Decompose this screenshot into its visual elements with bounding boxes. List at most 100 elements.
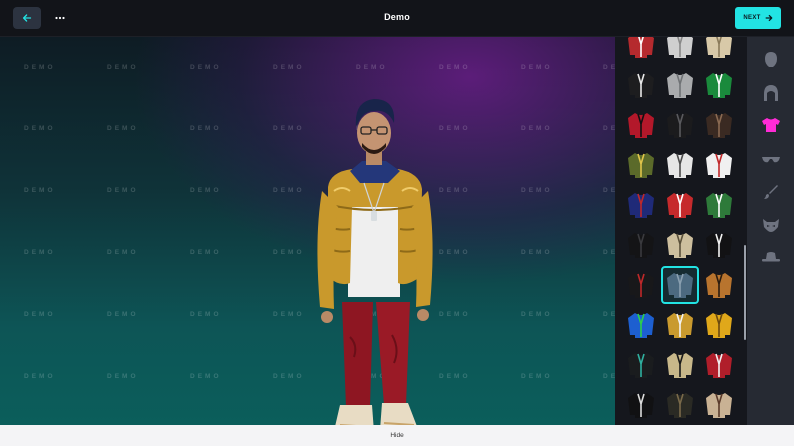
category-rail [747,37,794,425]
brush-icon [764,185,778,199]
outfit-item-brown-leather-jacket[interactable] [701,107,737,143]
outfit-item-black-coat[interactable] [623,227,659,263]
outfit-item-beige-jacket[interactable] [662,227,698,263]
watermark-text: DEMO [24,187,56,194]
outfit-item-black-teal-jacket[interactable] [623,347,659,383]
next-button-label: NEXT [743,15,761,21]
jacket-thumbnail-icon [628,233,654,258]
outfit-item-green-jersey[interactable] [701,67,737,103]
jacket-thumbnail-icon [667,233,693,258]
watermark-text: DEMO [521,249,553,256]
jacket-thumbnail-icon [667,73,693,98]
outfit-grid [623,37,737,425]
scrollbar-thumb[interactable] [744,245,746,340]
top-bar: Demo NEXT [0,0,794,37]
watermark-text: DEMO [356,64,388,71]
jacket-thumbnail-icon [706,193,732,218]
outfit-item-red-top[interactable] [623,37,659,63]
jacket-thumbnail-icon [667,313,693,338]
outfit-item-red-black-jacket[interactable] [623,107,659,143]
glasses-icon [762,157,780,163]
watermark-text: DEMO [603,187,615,194]
watermark-text: DEMO [24,249,56,256]
outfit-item-black-white-jacket[interactable] [623,67,659,103]
outfit-panel[interactable] [615,37,747,425]
outfit-item-yellow-puffer-jacket[interactable] [701,307,737,343]
watermark-text: DEMO [603,311,615,318]
outfit-item-tan-jacket[interactable] [701,267,737,303]
hide-panel-button[interactable]: Hide [0,425,794,446]
outfit-item-black-red-hoodie[interactable] [623,267,659,303]
jacket-thumbnail-icon [628,113,654,138]
watermark-text: DEMO [439,249,471,256]
outfit-item-olive-jacket[interactable] [623,147,659,183]
category-mask[interactable] [757,212,785,238]
jacket-thumbnail-icon [628,193,654,218]
watermark-text: DEMO [521,187,553,194]
arrow-right-icon [765,14,772,22]
outfit-item-black-stripe-shirt[interactable] [623,387,659,423]
jacket-thumbnail-icon [628,353,654,378]
avatar-viewport[interactable]: DEMO DEMO DEMO DEMO DEMO DEMO DEMO DEMO DEMO DEMO… [0,37,615,425]
outfit-item-red-sweater[interactable] [662,187,698,223]
outfit-item-light-top[interactable] [662,37,698,63]
category-accessories[interactable] [757,179,785,205]
watermark-text: DEMO [190,249,222,256]
outfit-item-gold-puffer-jacket[interactable] [662,307,698,343]
outfit-item-green-white-sweater[interactable] [701,187,737,223]
category-face[interactable] [757,47,785,73]
category-hair[interactable] [757,80,785,106]
outfit-item-dark-camo-jacket[interactable] [662,387,698,423]
watermark-text: DEMO [107,311,139,318]
watermark-text: DEMO [439,187,471,194]
watermark-text: DEMO [273,249,305,256]
category-outfit[interactable] [757,112,785,138]
jacket-thumbnail-icon [706,233,732,258]
watermark-text: DEMO [603,64,615,71]
jacket-thumbnail-icon [706,393,732,418]
jacket-thumbnail-icon [628,273,654,298]
watermark-text: DEMO [107,64,139,71]
outfit-item-blue-grey-jacket[interactable] [661,266,699,304]
watermark-text: DEMO [521,311,553,318]
watermark-text: DEMO [24,125,56,132]
watermark-text: DEMO [273,64,305,71]
watermark-text: DEMO [521,64,553,71]
watermark-text: DEMO [107,125,139,132]
jacket-thumbnail-icon [667,193,693,218]
outfit-item-red-white-jacket[interactable] [701,347,737,383]
jacket-thumbnail-icon [628,37,654,58]
jacket-thumbnail-icon [706,37,732,58]
outfit-item-black-white-coat[interactable] [701,227,737,263]
watermark-text: DEMO [439,311,471,318]
jacket-thumbnail-icon [706,153,732,178]
outfit-item-grey-hoodie[interactable] [662,67,698,103]
outfit-item-black-leather-jacket[interactable] [662,107,698,143]
tshirt-icon [762,118,780,132]
category-glasses[interactable] [757,147,785,173]
category-hat[interactable] [757,244,785,270]
watermark-text: DEMO [24,311,56,318]
outfit-item-beige-brown-jacket[interactable] [701,387,737,423]
watermark-text: DEMO [273,187,305,194]
watermark-text: DEMO [24,64,56,71]
jacket-thumbnail-icon [628,313,654,338]
watermark-text: DEMO [439,373,471,380]
jacket-thumbnail-icon [706,313,732,338]
next-button[interactable]: NEXT [735,7,781,29]
outfit-item-beige-top[interactable] [701,37,737,63]
outfit-item-navy-sweater[interactable] [623,187,659,223]
watermark-text: DEMO [273,125,305,132]
outfit-item-white-tie-shirt[interactable] [701,147,737,183]
outfit-item-white-grey-hoodie[interactable] [662,147,698,183]
jacket-thumbnail-icon [706,353,732,378]
watermark-text: DEMO [521,373,553,380]
watermark-text: DEMO [190,125,222,132]
outfit-item-blue-green-hoodie[interactable] [623,307,659,343]
watermark-text: DEMO [273,373,305,380]
avatar-editor: Demo NEXT DEMODEMODEMODEMODEMODEMODEMODE… [0,0,794,446]
watermark-text: DEMO [603,373,615,380]
outfit-item-beige-black-jacket[interactable] [662,347,698,383]
avatar-model[interactable] [310,87,440,425]
watermark-text: DEMO [273,311,305,318]
